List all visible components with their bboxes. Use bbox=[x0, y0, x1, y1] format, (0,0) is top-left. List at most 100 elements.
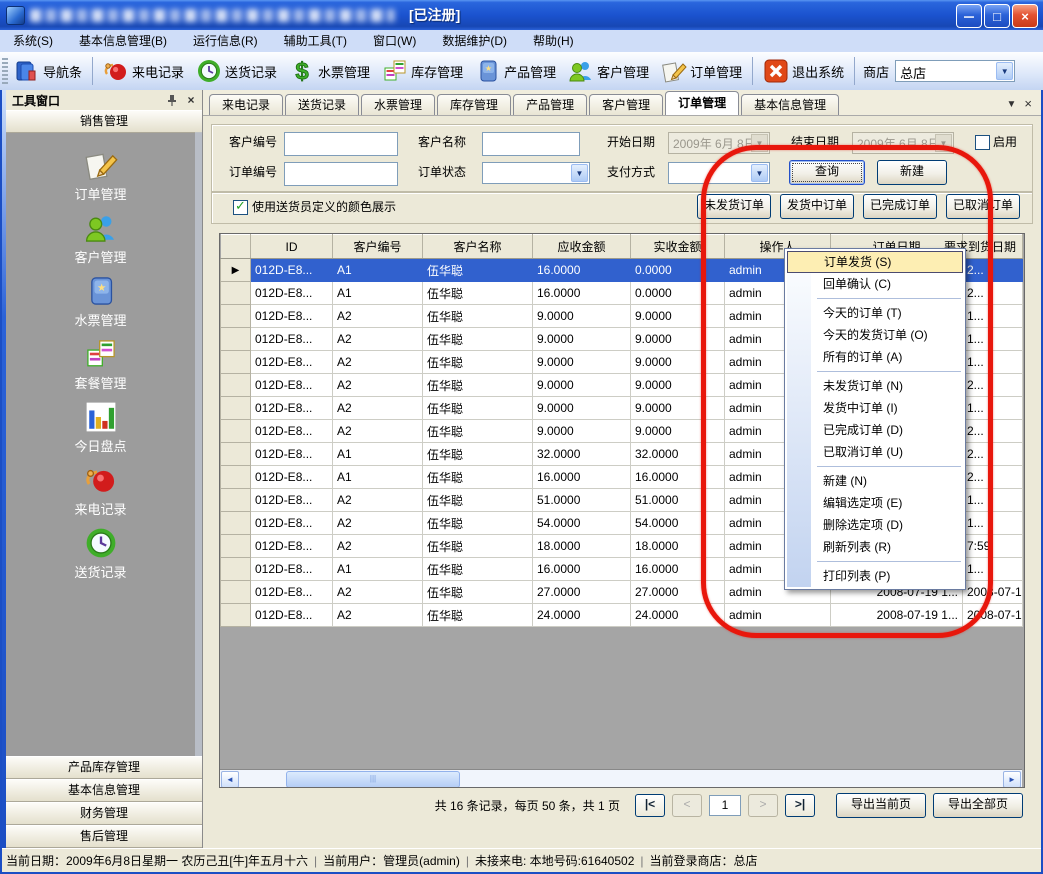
sidebar-item-customer-mgmt[interactable]: 客户管理 bbox=[6, 211, 195, 269]
status-filter-button-2[interactable]: 已完成订单 bbox=[863, 194, 937, 219]
maximize-button[interactable]: □ bbox=[984, 4, 1010, 28]
row-selector[interactable] bbox=[221, 397, 251, 420]
row-selector[interactable] bbox=[221, 374, 251, 397]
page-number-input[interactable]: 1 bbox=[709, 795, 741, 816]
order-status-select[interactable]: ▼ bbox=[482, 162, 590, 184]
chevron-down-icon[interactable]: ▼ bbox=[996, 62, 1013, 80]
col-header-customer-no[interactable]: 客户编号 bbox=[333, 235, 423, 259]
status-filter-button-1[interactable]: 发货中订单 bbox=[780, 194, 854, 219]
enable-checkbox[interactable] bbox=[975, 135, 990, 150]
horizontal-scrollbar[interactable]: ◄ ► bbox=[220, 769, 1022, 787]
query-button[interactable]: 查询 bbox=[789, 160, 865, 185]
row-selector[interactable] bbox=[221, 535, 251, 558]
row-selector[interactable] bbox=[221, 328, 251, 351]
table-row[interactable]: 012D-E8...A2伍华聪24.000024.0000admin2008-0… bbox=[221, 604, 1023, 627]
sidebar-item-today-inventory[interactable]: 今日盘点 bbox=[6, 400, 195, 458]
menubar-item-0[interactable]: 系统(S) bbox=[0, 30, 66, 52]
context-menu-item[interactable]: 删除选定项 (D) bbox=[787, 514, 963, 536]
row-selector[interactable] bbox=[221, 351, 251, 374]
sidebar-group-2[interactable]: 财务管理 bbox=[6, 802, 202, 825]
context-menu-item[interactable]: 发货中订单 (I) bbox=[787, 397, 963, 419]
sidebar-group-sales[interactable]: 销售管理 bbox=[6, 110, 202, 133]
toolbar-water-ticket-button[interactable]: $ 水票管理 bbox=[283, 56, 376, 86]
shop-select[interactable]: 总店 ▼ bbox=[895, 60, 1015, 82]
close-button[interactable]: × bbox=[1012, 4, 1038, 28]
sidebar-group-3[interactable]: 售后管理 bbox=[6, 825, 202, 848]
menubar-item-5[interactable]: 数据维护(D) bbox=[429, 30, 520, 52]
deliveryman-color-checkbox[interactable] bbox=[233, 200, 248, 215]
status-filter-button-3[interactable]: 已取消订单 bbox=[946, 194, 1020, 219]
status-filter-button-0[interactable]: 未发货订单 bbox=[697, 194, 771, 219]
menubar-item-3[interactable]: 辅助工具(T) bbox=[271, 30, 360, 52]
menubar-item-6[interactable]: 帮助(H) bbox=[520, 30, 587, 52]
context-menu-item[interactable]: 已取消订单 (U) bbox=[787, 441, 963, 463]
toolbar-delivery-log-button[interactable]: 送货记录 bbox=[190, 56, 283, 86]
row-selector[interactable] bbox=[221, 604, 251, 627]
context-menu-item[interactable]: 订单发货 (S) bbox=[787, 251, 963, 273]
chevron-down-icon[interactable]: ▼ bbox=[571, 164, 588, 182]
sidebar-item-call-log[interactable]: 来电记录 bbox=[6, 463, 195, 521]
next-page-button[interactable]: > bbox=[748, 794, 778, 817]
tab-0[interactable]: 来电记录 bbox=[209, 94, 283, 115]
tab-close-icon[interactable]: × bbox=[1024, 99, 1032, 110]
chevron-down-icon[interactable]: ▼ bbox=[751, 164, 768, 182]
row-selector[interactable] bbox=[221, 558, 251, 581]
sidebar-item-water-ticket-mgmt[interactable]: ★ 水票管理 bbox=[6, 274, 195, 332]
scroll-right-icon[interactable]: ► bbox=[1003, 771, 1021, 788]
sidebar-item-package-mgmt[interactable]: 套餐管理 bbox=[6, 337, 195, 395]
scroll-left-icon[interactable]: ◄ bbox=[221, 771, 239, 788]
context-menu-item[interactable]: 未发货订单 (N) bbox=[787, 375, 963, 397]
last-page-button[interactable]: >| bbox=[785, 794, 815, 817]
first-page-button[interactable]: |< bbox=[635, 794, 665, 817]
row-selector[interactable] bbox=[221, 305, 251, 328]
col-header-received[interactable]: 实收金额 bbox=[631, 235, 725, 259]
sidebar-group-1[interactable]: 基本信息管理 bbox=[6, 779, 202, 802]
col-header-customer-name[interactable]: 客户名称 bbox=[423, 235, 533, 259]
tab-1[interactable]: 送货记录 bbox=[285, 94, 359, 115]
toolbar-exit-button[interactable]: 退出系统 bbox=[757, 56, 850, 86]
pin-icon[interactable] bbox=[164, 92, 180, 108]
sidebar-item-delivery-log[interactable]: 送货记录 bbox=[6, 526, 195, 584]
tab-2[interactable]: 水票管理 bbox=[361, 94, 435, 115]
sidebar-group-0[interactable]: 产品库存管理 bbox=[6, 756, 202, 779]
context-menu-item[interactable]: 打印列表 (P) bbox=[787, 565, 963, 587]
toolbar-inventory-button[interactable]: 库存管理 bbox=[376, 56, 469, 86]
menubar-item-4[interactable]: 窗口(W) bbox=[360, 30, 429, 52]
end-date-picker[interactable]: 2009年 6月 8日 ▼ bbox=[852, 132, 954, 154]
context-menu-item[interactable]: 今天的订单 (T) bbox=[787, 302, 963, 324]
row-selector[interactable] bbox=[221, 512, 251, 535]
pay-method-select[interactable]: ▼ bbox=[668, 162, 770, 184]
context-menu-item[interactable]: 回单确认 (C) bbox=[787, 273, 963, 295]
row-selector[interactable] bbox=[221, 489, 251, 512]
tab-5[interactable]: 客户管理 bbox=[589, 94, 663, 115]
row-selector[interactable] bbox=[221, 443, 251, 466]
sidebar-scrollbar[interactable] bbox=[195, 132, 202, 760]
menubar-item-2[interactable]: 运行信息(R) bbox=[180, 30, 271, 52]
toolbar-customer-button[interactable]: 客户管理 bbox=[562, 56, 655, 86]
toolbar-product-button[interactable]: ★ 产品管理 bbox=[469, 56, 562, 86]
export-current-page-button[interactable]: 导出当前页 bbox=[836, 793, 926, 818]
row-selector[interactable] bbox=[221, 466, 251, 489]
tab-7[interactable]: 基本信息管理 bbox=[741, 94, 839, 115]
toolbar-navigator-button[interactable]: 导航条 bbox=[8, 56, 88, 86]
context-menu-item[interactable]: 所有的订单 (A) bbox=[787, 346, 963, 368]
customer-no-input[interactable] bbox=[284, 132, 398, 156]
scrollbar-thumb[interactable] bbox=[286, 771, 460, 788]
toolbar-call-log-button[interactable]: 来电记录 bbox=[97, 56, 190, 86]
export-all-pages-button[interactable]: 导出全部页 bbox=[933, 793, 1023, 818]
sidebar-item-order-mgmt[interactable]: 订单管理 bbox=[6, 148, 195, 206]
col-header-required-date[interactable]: 要求到货日期 bbox=[963, 235, 1023, 259]
order-no-input[interactable] bbox=[284, 162, 398, 186]
context-menu-item[interactable]: 刷新列表 (R) bbox=[787, 536, 963, 558]
tab-6[interactable]: 订单管理 bbox=[665, 91, 739, 115]
tab-dropdown-icon[interactable]: ▼ bbox=[1007, 99, 1017, 110]
new-button[interactable]: 新建 bbox=[877, 160, 947, 185]
prev-page-button[interactable]: < bbox=[672, 794, 702, 817]
toolbar-order-button[interactable]: 订单管理 bbox=[655, 56, 748, 86]
col-header-id[interactable]: ID bbox=[251, 235, 333, 259]
menubar-item-1[interactable]: 基本信息管理(B) bbox=[66, 30, 180, 52]
minimize-button[interactable]: － bbox=[956, 4, 982, 28]
context-menu-item[interactable]: 今天的发货订单 (O) bbox=[787, 324, 963, 346]
row-selector[interactable]: ▶ bbox=[221, 259, 251, 282]
context-menu-item[interactable]: 编辑选定项 (E) bbox=[787, 492, 963, 514]
